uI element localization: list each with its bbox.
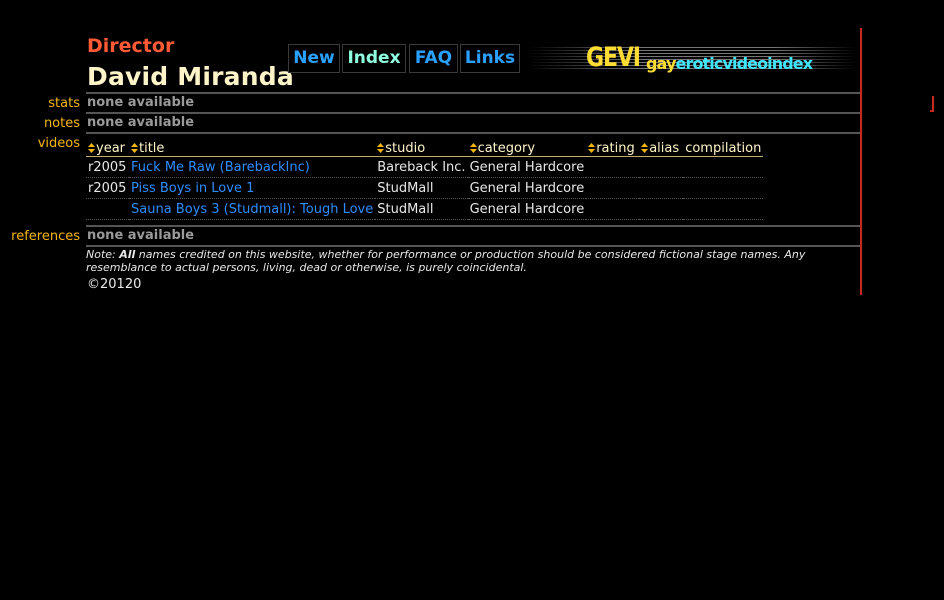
cell-year: r2005 [86,156,129,178]
cell-title: Sauna Boys 3 (Studmall): Tough Love [129,198,376,220]
logo-sub-index: index [767,54,813,73]
column-label: category [477,141,536,156]
cell-studio: StudMall [375,177,468,199]
references-label: references [11,229,80,244]
divider [86,225,860,227]
cell-rating [586,198,640,220]
stats-label: stats [48,96,80,111]
divider [86,92,860,94]
logo-sub-erotic: erotic [675,54,724,73]
cell-title: Fuck Me Raw (BarebackInc) [129,156,376,178]
column-header-title[interactable]: title [129,138,376,157]
sort-arrows-icon[interactable] [469,143,477,153]
sort-arrows-icon[interactable] [377,143,385,153]
cell-year: r2005 [86,177,129,199]
references-value: none available [87,228,195,243]
site-logo[interactable]: GEVI [586,42,641,73]
table-row: r2005 Piss Boys in Love 1 StudMall Gener… [86,177,764,199]
table-row: Sauna Boys 3 (Studmall): Tough Love Stud… [86,198,764,220]
notes-label: notes [43,116,80,131]
note-prefix: Note: [86,248,120,261]
cell-category: General Hardcore [467,156,587,178]
disclaimer-note: Note: All names credited on this website… [86,248,806,274]
scroll-marker-foot [930,110,934,112]
note-text: names credited on this website, whether … [86,248,806,274]
cell-title: Piss Boys in Love 1 [129,177,376,199]
videos-label: videos [37,136,80,151]
video-title-link[interactable]: Sauna Boys 3 (Studmall): Tough Love [131,202,373,217]
logo-sub-gay: gay [646,54,676,73]
sort-arrows-icon[interactable] [88,143,95,153]
column-header-rating[interactable]: rating [586,138,640,157]
cell-alias [639,156,684,178]
column-header-studio[interactable]: studio [375,138,468,157]
column-label: year [96,141,126,156]
column-label: title [139,141,165,156]
site-logo-subtitle[interactable]: gayeroticvideoindex [646,54,813,73]
sort-arrows-icon[interactable] [588,143,596,153]
nav-faq-button[interactable]: FAQ [409,44,458,73]
cell-alias [639,198,684,220]
column-label: studio [385,141,426,156]
person-role: Director [87,35,175,57]
divider [86,245,860,247]
video-title-link[interactable]: Piss Boys in Love 1 [131,181,254,196]
stats-value: none available [87,95,195,110]
logo-sub-video: video [722,54,768,73]
column-header-category[interactable]: category [467,138,587,157]
column-header-compilation: compilation [683,138,764,157]
videos-table: year title studio category rating alias … [86,138,764,220]
cell-compilation [683,198,764,220]
nav-links-button[interactable]: Links [460,44,520,73]
sort-arrows-icon[interactable] [641,143,649,153]
column-header-alias[interactable]: alias [639,138,684,157]
cell-category: General Hardcore [467,198,587,220]
video-title-link[interactable]: Fuck Me Raw (BarebackInc) [131,160,310,175]
column-header-year[interactable]: year [86,138,129,157]
page-border-line [860,28,862,295]
note-emphasis: All [119,248,136,261]
divider [86,132,860,134]
table-row: r2005 Fuck Me Raw (BarebackInc) Bareback… [86,156,764,178]
table-header-row: year title studio category rating alias … [86,138,764,157]
cell-rating [586,156,640,178]
cell-rating [586,177,640,199]
person-name: David Miranda [87,62,294,91]
sort-arrows-icon[interactable] [131,143,138,153]
cell-alias [639,177,684,199]
column-label: rating [596,141,635,156]
divider [86,112,860,114]
cell-year [86,198,129,220]
cell-compilation [683,156,764,178]
column-label: alias [649,141,680,156]
copyright: ©20120 [87,277,142,292]
column-label: compilation [685,141,762,156]
cell-category: General Hardcore [467,177,587,199]
cell-studio: Bareback Inc. [375,156,468,178]
cell-compilation [683,177,764,199]
notes-value: none available [87,115,195,130]
cell-studio: StudMall [375,198,468,220]
nav-index-button[interactable]: Index [342,44,406,73]
nav-new-button[interactable]: New [288,44,340,73]
